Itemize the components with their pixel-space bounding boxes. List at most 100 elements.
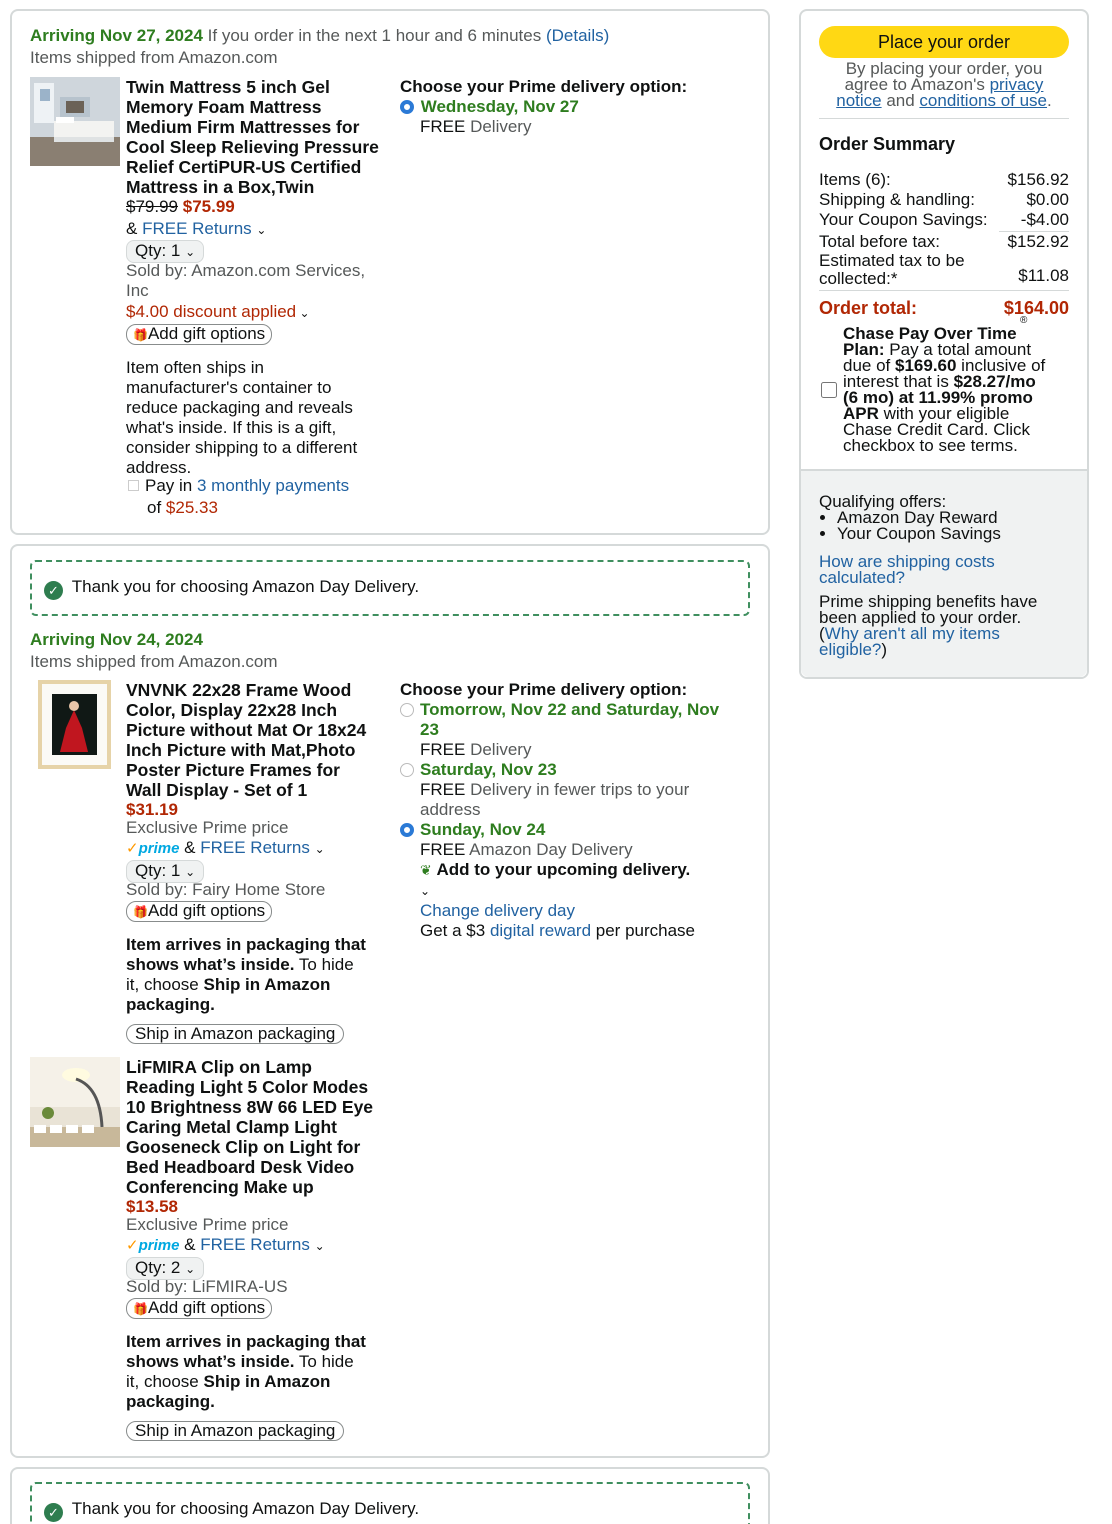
chevron-down-icon: ⌄: [185, 865, 196, 879]
sold-by: Sold by: LiFMIRA-US: [126, 1277, 288, 1296]
radio-selected[interactable]: [400, 100, 414, 114]
title-line: Caring Metal Clamp Light: [126, 1117, 337, 1137]
old-price: $79.99: [126, 197, 178, 216]
ship-in-amazon-packaging-button[interactable]: Ship in Amazon packaging: [126, 1421, 345, 1441]
conditions-of-use-link[interactable]: conditions of use: [919, 91, 1047, 110]
delivery-option[interactable]: Tomorrow, Nov 22 and Saturday, Nov 23 FR…: [400, 700, 750, 760]
chevron-down-icon[interactable]: ⌄: [420, 884, 430, 898]
free-label: FREE: [420, 780, 466, 799]
ship-row: Ship in Amazon packaging: [126, 1421, 345, 1441]
pkg-text: packaging.: [126, 1392, 215, 1411]
summary-row: Shipping & handling: $0.00: [819, 190, 1069, 210]
lamp-title[interactable]: LiFMIRA Clip on Lamp Reading Light 5 Col…: [126, 1057, 384, 1197]
add-gift-options-button[interactable]: 🎁Add gift options: [126, 1298, 273, 1319]
quantity-value: Qty: 1: [135, 241, 181, 260]
note-line: what's inside. If this is a gift,: [126, 418, 337, 437]
mattress-image[interactable]: [30, 77, 120, 166]
prime-logo-icon: ✓prime: [126, 1237, 180, 1254]
discount-applied[interactable]: $4.00 discount applied ⌄: [126, 302, 310, 323]
price: $75.99: [182, 197, 235, 216]
note-line: Item often ships in: [126, 358, 264, 377]
amazon-day-thanks: ✓ Thank you for choosing Amazon Day Deli…: [44, 1499, 419, 1522]
pkg-text: it, choose: [126, 975, 204, 994]
clip-lamp-image[interactable]: [30, 1057, 120, 1147]
arrival-date: Arriving Nov 24, 2024: [30, 630, 203, 649]
mattress-title[interactable]: Twin Mattress 5 inch Gel Memory Foam Mat…: [126, 77, 384, 197]
note-line: address.: [126, 458, 192, 477]
upcoming-delivery-text: Add to your upcoming delivery.: [436, 860, 691, 879]
title-line: Cool Sleep Relieving Pressure: [126, 137, 379, 157]
packaging-note: Item often ships in manufacturer's conta…: [126, 358, 386, 478]
radio-unselected[interactable]: [400, 703, 414, 717]
option-desc: Delivery: [465, 740, 532, 759]
pkg-text: it, choose: [126, 1372, 204, 1391]
title-line: Color, Display 22x28 Inch: [126, 700, 338, 720]
digital-reward-link[interactable]: digital reward: [490, 921, 591, 940]
qty-row: Qty: 1 ⌄: [126, 240, 205, 263]
returns-prefix: &: [179, 1235, 201, 1254]
title-line: Wall Display - Set of 1: [126, 780, 308, 800]
arrival-date: Arriving Nov 27, 2024: [30, 26, 203, 45]
title-line: Reading Light 5 Color Modes: [126, 1077, 369, 1097]
picture-frame-image[interactable]: [38, 680, 111, 769]
row-label: Your Coupon Savings:: [819, 210, 988, 229]
gift-label: Add gift options: [147, 324, 266, 343]
pkg-text: packaging.: [126, 995, 215, 1014]
add-gift-options-button[interactable]: 🎁Add gift options: [126, 901, 273, 922]
thanks-text: Thank you for choosing Amazon Day Delive…: [71, 577, 420, 596]
quantity-value: Qty: 2: [135, 1258, 181, 1277]
place-order-button[interactable]: Place your order: [819, 26, 1069, 58]
chevron-down-icon[interactable]: ⌄: [315, 842, 325, 856]
chase-terms-checkbox[interactable]: [821, 382, 837, 398]
delivery-option[interactable]: Sunday, Nov 24 FREE Amazon Day Delivery …: [400, 820, 750, 941]
leaf-icon: ❦: [420, 862, 432, 878]
free-label: FREE: [420, 117, 466, 136]
free-returns-link[interactable]: FREE Returns: [142, 219, 252, 238]
free-returns-link[interactable]: FREE Returns: [200, 838, 310, 857]
add-gift-options-button[interactable]: 🎁Add gift options: [126, 324, 273, 345]
radio-selected[interactable]: [400, 823, 414, 837]
monthly-payments-link[interactable]: 3 monthly payments: [197, 476, 349, 495]
title-line: Conferencing Make up: [126, 1177, 314, 1197]
title-line: Relief CertiPUR-US Certified: [126, 157, 362, 177]
row-label: Total before tax:: [819, 232, 940, 251]
pkg-text: To hide: [294, 955, 354, 974]
delivery-option[interactable]: Wednesday, Nov 27: [400, 97, 579, 117]
quantity-dropdown[interactable]: Qty: 1 ⌄: [126, 240, 205, 263]
row-label: Items (6):: [819, 170, 891, 189]
details-link[interactable]: (Details): [546, 26, 609, 45]
order-total-row: Order total: $164.00: [819, 298, 1069, 318]
delivery-option[interactable]: Saturday, Nov 23 FREE Delivery in fewer …: [400, 760, 750, 820]
divider: [819, 290, 1069, 291]
pay-monthly-checkbox[interactable]: [128, 480, 139, 491]
frame-title[interactable]: VNVNK 22x28 Frame Wood Color, Display 22…: [126, 680, 384, 800]
ship-in-amazon-packaging-button[interactable]: Ship in Amazon packaging: [126, 1024, 345, 1044]
order-total-value: $164.00: [1003, 298, 1069, 318]
prime-returns-row: ✓prime & FREE Returns ⌄: [126, 1235, 325, 1256]
change-delivery-day-link[interactable]: Change delivery day: [420, 901, 575, 920]
returns-prefix: &: [126, 219, 143, 238]
delivery-heading: Choose your Prime delivery option:: [400, 680, 688, 699]
note-line: consider shipping to a different: [126, 438, 358, 457]
note-line: manufacturer's container to: [126, 378, 332, 397]
option-desc: Amazon Day Delivery: [465, 840, 633, 859]
gift-icon: 🎁: [133, 328, 148, 342]
privacy-notice-link[interactable]: notice: [836, 91, 881, 110]
free-returns-link[interactable]: FREE Returns: [200, 1235, 310, 1254]
packaging-note: Item arrives in packaging that shows wha…: [126, 935, 388, 1015]
radio-unselected[interactable]: [400, 763, 414, 777]
title-line: Inch Picture with Mat,Photo: [126, 740, 356, 760]
why-not-eligible-link[interactable]: eligible?: [819, 640, 881, 659]
chevron-down-icon[interactable]: ⌄: [256, 223, 266, 237]
paren: ): [881, 640, 888, 659]
gift-label: Add gift options: [147, 901, 266, 920]
check-circle-icon: ✓: [44, 581, 63, 600]
option-desc: Delivery in fewer trips to your: [465, 780, 690, 799]
prime-text: prime: [138, 1237, 180, 1254]
chevron-down-icon[interactable]: ⌄: [315, 1239, 325, 1253]
title-line: Picture without Mat Or 18x24: [126, 720, 367, 740]
mattress-price-row: $79.99 $75.99: [126, 197, 235, 217]
option-desc: Delivery: [465, 117, 532, 136]
ship-row: Ship in Amazon packaging: [126, 1024, 345, 1044]
shipping-costs-link[interactable]: How are shipping costs calculated?: [819, 553, 1069, 586]
